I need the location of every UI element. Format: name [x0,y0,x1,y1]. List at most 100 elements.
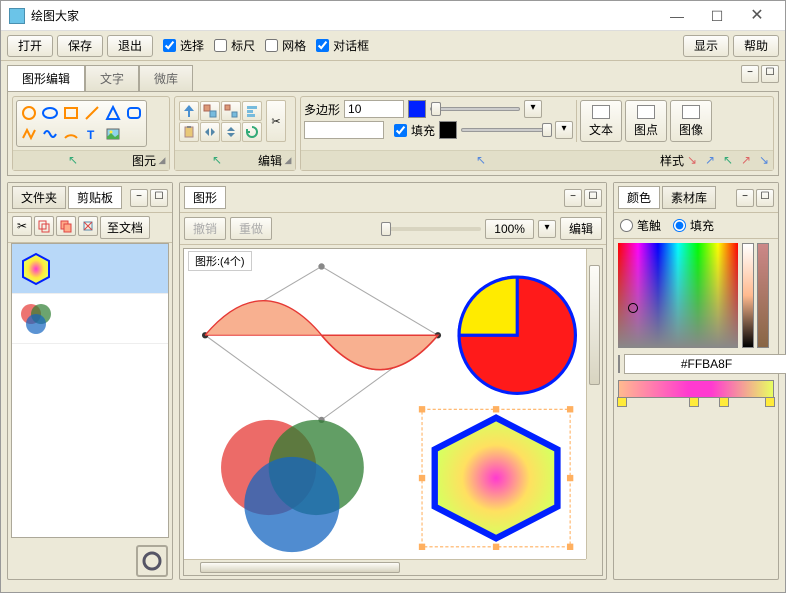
edit-rotate[interactable] [242,122,262,142]
fill-more[interactable]: ▾ [555,121,573,139]
group-primitive: T ↖图元◢ [12,96,170,171]
point-button[interactable]: 图点 [625,100,667,142]
lightness-strip[interactable] [742,243,754,348]
hex-input[interactable] [624,354,786,374]
edit-start[interactable] [179,101,199,121]
tool-circle[interactable] [19,103,39,123]
edit-align[interactable] [242,101,262,121]
ruler-checkbox[interactable]: 标尺 [214,37,255,54]
tab-color[interactable]: 颜色 [618,186,660,209]
undo-button[interactable]: 撤销 [184,217,226,240]
clip-copy[interactable] [34,216,54,236]
window-title: 绘图大家 [31,7,657,24]
image-button[interactable]: 图像 [670,100,712,142]
edit-fliph[interactable] [200,122,220,142]
tool-arc[interactable] [61,124,81,144]
tool-roundrect[interactable] [124,103,144,123]
exit-button[interactable]: 退出 [107,35,153,57]
edit-group[interactable] [200,101,220,121]
tool-triangle[interactable] [103,103,123,123]
alpha-strip[interactable] [757,243,769,348]
radio-fill[interactable]: 填充 [673,217,714,234]
help-button[interactable]: 帮助 [733,35,779,57]
tab-micro[interactable]: 微库 [139,65,193,91]
color-spectrum[interactable] [618,243,738,348]
tab-matlib[interactable]: 素材库 [662,186,716,209]
shape-venn [221,420,364,552]
ribbon-minimize[interactable]: − [741,65,759,83]
scrollbar-h[interactable] [184,559,586,575]
right-close[interactable]: ☐ [756,189,774,207]
maximize-button[interactable]: ☐ [697,2,737,30]
ribbon-close[interactable]: ☐ [761,65,779,83]
show-button[interactable]: 显示 [683,35,729,57]
tab-graphics-edit[interactable]: 图形编辑 [7,65,85,91]
polygon-label: 多边形 [304,101,340,118]
shape-hexagon [419,406,573,550]
current-color-swatch [618,355,620,373]
app-icon [9,8,25,24]
clip-cut[interactable]: ✂ [12,216,32,236]
right-min[interactable]: − [736,189,754,207]
clip-delete[interactable] [78,216,98,236]
center-close[interactable]: ☐ [584,189,602,207]
zoom-dd[interactable]: ▾ [538,220,556,238]
grid-checkbox[interactable]: 网格 [265,37,306,54]
tool-line[interactable] [82,103,102,123]
edit-flipv[interactable] [221,122,241,142]
dialog-checkbox[interactable]: 对话框 [316,37,369,54]
minimize-button[interactable]: — [657,2,697,30]
clip-paste[interactable] [56,216,76,236]
select-checkbox[interactable]: 选择 [163,37,204,54]
gradient-bar[interactable] [618,380,774,398]
zoom-display[interactable]: 100% [485,219,534,239]
primitive-expand[interactable]: ◢ [156,155,168,167]
zoom-slider[interactable] [381,227,481,231]
to-doc-button[interactable]: 至文档 [100,216,150,239]
style-preview [304,121,384,139]
redo-button[interactable]: 重做 [230,217,272,240]
group-style: 多边形 ▾ 填充 ▾ 文本 图点 [300,96,774,171]
edit-paste[interactable] [179,122,199,142]
open-button[interactable]: 打开 [7,35,53,57]
left-close[interactable]: ☐ [150,189,168,207]
save-button[interactable]: 保存 [57,35,103,57]
tool-wave[interactable] [40,124,60,144]
stroke-swatch[interactable] [408,100,426,118]
canvas-count-label: 图形:(4个) [188,251,252,271]
fill-swatch[interactable] [439,121,457,139]
text-button[interactable]: 文本 [580,100,622,142]
clip-item-hexagon[interactable] [12,244,168,294]
svg-text:T: T [87,128,95,142]
right-panel: 颜色 素材库 − ☐ 笔触 填充 [613,182,779,580]
canvas[interactable] [184,249,586,559]
tab-folder[interactable]: 文件夹 [12,186,66,209]
left-min[interactable]: − [130,189,148,207]
radio-stroke[interactable]: 笔触 [620,217,661,234]
edit-scissors[interactable]: ✂ [266,100,286,142]
scrollbar-v[interactable] [586,249,602,559]
stroke-width-slider[interactable] [430,107,520,111]
ring-button[interactable] [136,545,168,577]
tool-rect[interactable] [61,103,81,123]
tab-graphics[interactable]: 图形 [184,186,226,209]
tab-text[interactable]: 文字 [85,65,139,91]
tool-textbox[interactable]: T [82,124,102,144]
tool-image[interactable] [103,124,123,144]
stroke-more[interactable]: ▾ [524,100,542,118]
clip-item-venn[interactable] [12,294,168,344]
tab-clipboard[interactable]: 剪贴板 [68,186,122,209]
polygon-sides-input[interactable] [344,100,404,118]
tool-polyline[interactable] [19,124,39,144]
edit-expand[interactable]: ◢ [282,155,294,167]
shape-sine [202,263,441,423]
close-button[interactable]: ✕ [737,2,777,30]
fill-checkbox[interactable]: 填充 [394,122,435,139]
canvas-edit-button[interactable]: 编辑 [560,217,602,240]
opacity-slider[interactable] [461,128,551,132]
tool-blank[interactable] [124,124,144,144]
tool-ellipse[interactable] [40,103,60,123]
center-min[interactable]: − [564,189,582,207]
edit-ungroup[interactable] [221,101,241,121]
ribbon: 图形编辑 文字 微库 − ☐ T [1,61,785,178]
